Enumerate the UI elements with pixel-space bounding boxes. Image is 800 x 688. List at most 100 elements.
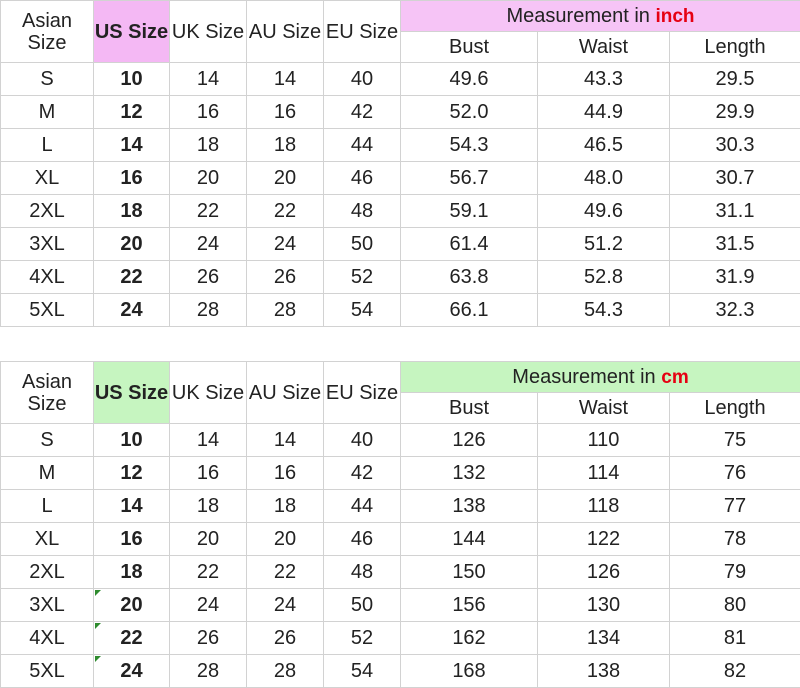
us-size-cell: 22 xyxy=(94,622,170,655)
length-cell: 31.1 xyxy=(670,195,800,228)
waist-cell: 122 xyxy=(538,523,670,556)
uk-size-cell: 14 xyxy=(170,424,247,457)
au-size-cell: 22 xyxy=(247,556,324,589)
waist-cell: 126 xyxy=(538,556,670,589)
au-size-cell: 26 xyxy=(247,622,324,655)
length-cell: 30.3 xyxy=(670,129,800,162)
length-cell: 29.9 xyxy=(670,96,800,129)
length-header: Length xyxy=(670,32,800,63)
waist-cell: 54.3 xyxy=(538,294,670,327)
eu-size-cell: 40 xyxy=(324,424,401,457)
measurement-label: Measurement in xyxy=(512,366,655,388)
au-size-cell: 18 xyxy=(247,490,324,523)
table-row: 3XL2024245015613080 xyxy=(1,589,800,622)
eu-size-header: EU Size xyxy=(324,1,401,63)
length-cell: 76 xyxy=(670,457,800,490)
asian-size-cell: S xyxy=(1,424,94,457)
us-size-cell: 24 xyxy=(94,294,170,327)
length-cell: 31.9 xyxy=(670,261,800,294)
eu-size-cell: 42 xyxy=(324,457,401,490)
length-cell: 80 xyxy=(670,589,800,622)
measurement-header: Measurement in cm xyxy=(401,362,800,393)
table-row: 4XL2226265216213481 xyxy=(1,622,800,655)
uk-size-cell: 26 xyxy=(170,622,247,655)
asian-size-cell: S xyxy=(1,63,94,96)
asian-size-cell: XL xyxy=(1,162,94,195)
waist-cell: 43.3 xyxy=(538,63,670,96)
us-size-cell: 24 xyxy=(94,655,170,688)
table-row: 2XL1822224815012679 xyxy=(1,556,800,589)
asian-size-cell: 4XL xyxy=(1,261,94,294)
au-size-cell: 24 xyxy=(247,589,324,622)
eu-size-cell: 52 xyxy=(324,622,401,655)
eu-size-cell: 46 xyxy=(324,162,401,195)
eu-size-cell: 50 xyxy=(324,589,401,622)
length-cell: 79 xyxy=(670,556,800,589)
waist-cell: 51.2 xyxy=(538,228,670,261)
length-cell: 77 xyxy=(670,490,800,523)
asian-size-cell: 3XL xyxy=(1,228,94,261)
bust-cell: 59.1 xyxy=(401,195,538,228)
bust-cell: 54.3 xyxy=(401,129,538,162)
au-size-cell: 28 xyxy=(247,294,324,327)
us-size-cell: 14 xyxy=(94,490,170,523)
table-row: S1014144049.643.329.5 xyxy=(1,63,800,96)
inch-table-body: S1014144049.643.329.5M1216164252.044.929… xyxy=(1,63,800,327)
us-size-cell: 12 xyxy=(94,457,170,490)
waist-header: Waist xyxy=(538,32,670,63)
bust-cell: 144 xyxy=(401,523,538,556)
eu-size-cell: 54 xyxy=(324,655,401,688)
bust-cell: 156 xyxy=(401,589,538,622)
length-cell: 29.5 xyxy=(670,63,800,96)
cell-marker-icon xyxy=(95,590,101,596)
uk-size-cell: 16 xyxy=(170,457,247,490)
asian-size-cell: 5XL xyxy=(1,655,94,688)
bust-cell: 56.7 xyxy=(401,162,538,195)
uk-size-cell: 22 xyxy=(170,195,247,228)
asian-size-cell: 5XL xyxy=(1,294,94,327)
us-size-cell: 10 xyxy=(94,63,170,96)
uk-size-cell: 22 xyxy=(170,556,247,589)
cell-marker-icon xyxy=(95,623,101,629)
waist-cell: 46.5 xyxy=(538,129,670,162)
cm-table-body: S1014144012611075M1216164213211476L14181… xyxy=(1,424,800,688)
waist-cell: 49.6 xyxy=(538,195,670,228)
us-size-cell: 18 xyxy=(94,556,170,589)
table-row: 5XL2428285466.154.332.3 xyxy=(1,294,800,327)
table-row: M1216164213211476 xyxy=(1,457,800,490)
measurement-header: Measurement in inch xyxy=(401,1,800,32)
waist-cell: 48.0 xyxy=(538,162,670,195)
length-cell: 32.3 xyxy=(670,294,800,327)
uk-size-cell: 16 xyxy=(170,96,247,129)
eu-size-cell: 40 xyxy=(324,63,401,96)
asian-size-cell: XL xyxy=(1,523,94,556)
eu-size-cell: 44 xyxy=(324,490,401,523)
length-cell: 81 xyxy=(670,622,800,655)
table-row: L1418184454.346.530.3 xyxy=(1,129,800,162)
waist-cell: 130 xyxy=(538,589,670,622)
waist-cell: 134 xyxy=(538,622,670,655)
us-size-cell: 14 xyxy=(94,129,170,162)
table-row: 5XL2428285416813882 xyxy=(1,655,800,688)
waist-cell: 138 xyxy=(538,655,670,688)
bust-cell: 63.8 xyxy=(401,261,538,294)
asian-size-cell: 4XL xyxy=(1,622,94,655)
au-size-cell: 22 xyxy=(247,195,324,228)
au-size-cell: 14 xyxy=(247,63,324,96)
uk-size-cell: 20 xyxy=(170,523,247,556)
length-cell: 75 xyxy=(670,424,800,457)
inch-size-table: Asian Size US Size UK Size AU Size EU Si… xyxy=(0,0,800,327)
asian-size-cell: M xyxy=(1,96,94,129)
us-size-header: US Size xyxy=(94,362,170,424)
au-size-cell: 18 xyxy=(247,129,324,162)
us-size-cell: 18 xyxy=(94,195,170,228)
us-size-cell: 12 xyxy=(94,96,170,129)
eu-size-cell: 54 xyxy=(324,294,401,327)
length-cell: 30.7 xyxy=(670,162,800,195)
uk-size-cell: 28 xyxy=(170,655,247,688)
length-cell: 31.5 xyxy=(670,228,800,261)
asian-size-header: Asian Size xyxy=(1,362,94,424)
uk-size-cell: 18 xyxy=(170,490,247,523)
table-row: S1014144012611075 xyxy=(1,424,800,457)
bust-cell: 168 xyxy=(401,655,538,688)
